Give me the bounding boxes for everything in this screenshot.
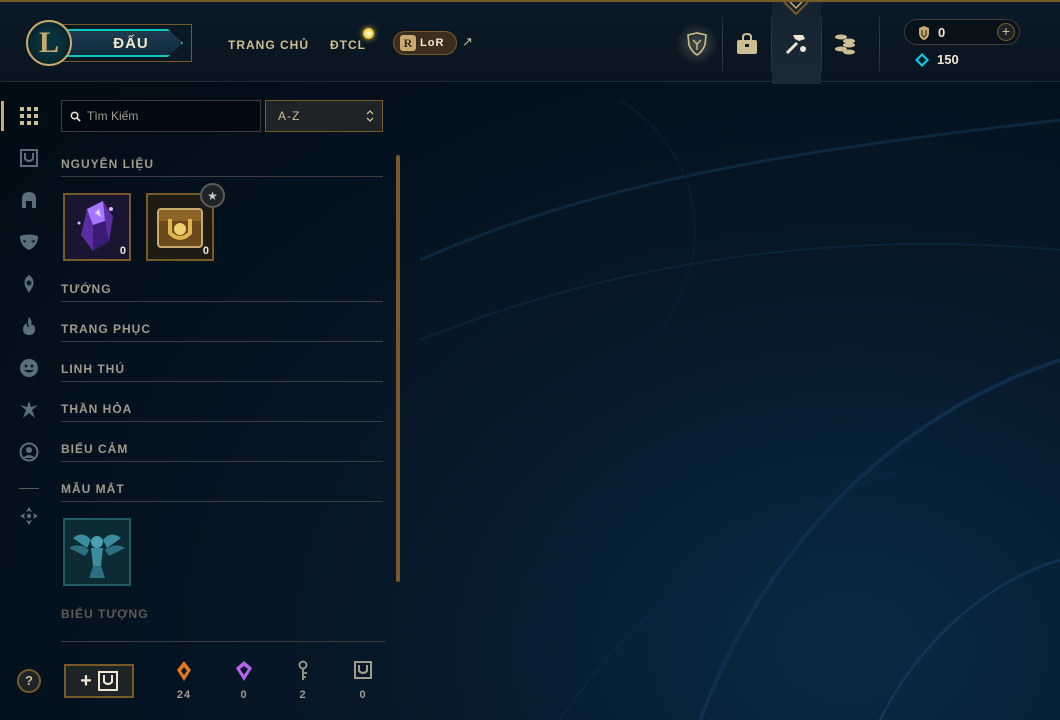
search-icon xyxy=(70,111,81,122)
active-chevron-icon xyxy=(783,2,809,16)
chest-icon xyxy=(97,671,118,691)
item-count: 0 xyxy=(119,245,126,257)
section-pets[interactable]: LINH THÚ xyxy=(61,362,383,382)
league-logo-icon[interactable]: L xyxy=(26,20,72,66)
riot-points-box[interactable]: 0 + xyxy=(904,19,1020,45)
filter-emote-icon[interactable] xyxy=(14,353,44,383)
lor-logo-icon: R xyxy=(400,35,416,51)
add-plus-label: + xyxy=(80,669,92,692)
top-separator xyxy=(771,16,772,72)
section-eternals[interactable]: THẦN HỎA xyxy=(61,402,383,422)
section-icons[interactable]: BIỂU TƯỢNG xyxy=(61,607,383,627)
chest-count-value: 0 xyxy=(359,689,367,701)
logo-letter: L xyxy=(38,26,59,59)
item-count: 0 xyxy=(202,245,209,257)
nav-tft[interactable]: ĐTCL xyxy=(330,38,366,52)
lor-label: LoR xyxy=(420,37,445,49)
sort-arrows-icon xyxy=(366,110,374,122)
mythic-essence-value: 0 xyxy=(240,689,248,701)
key-icon xyxy=(298,660,308,680)
item-ward-skin[interactable] xyxy=(63,518,131,586)
ward-statue-icon xyxy=(65,520,129,584)
orange-essence-stat: 24 xyxy=(169,660,199,701)
section-skins[interactable]: TRANG PHỤC xyxy=(61,322,383,342)
filter-skin-mask-icon[interactable] xyxy=(14,227,44,257)
item-mythic-essence[interactable]: 0 xyxy=(63,193,131,261)
footer-divider xyxy=(61,641,385,642)
currency-coins-icon[interactable] xyxy=(822,24,868,64)
section-ward-skins[interactable]: MẪU MẮT xyxy=(61,482,383,502)
orange-essence-icon xyxy=(177,661,191,681)
filter-flame-icon[interactable] xyxy=(14,311,44,341)
filter-profile-icon[interactable] xyxy=(14,437,44,467)
rail-active-indicator xyxy=(1,101,4,131)
inventory-scrollbar[interactable] xyxy=(396,155,400,582)
nav-home[interactable]: TRANG CHỦ xyxy=(228,38,309,52)
search-field[interactable] xyxy=(61,100,261,132)
trophy-shield-icon[interactable] xyxy=(674,24,720,64)
buy-rp-button[interactable]: + xyxy=(997,23,1015,41)
key-stat: 2 xyxy=(288,660,318,701)
filter-eternals-icon[interactable] xyxy=(14,395,44,425)
riot-points-icon xyxy=(919,26,929,40)
lor-button[interactable]: R LoR xyxy=(393,31,457,55)
notification-dot-icon xyxy=(363,28,374,39)
mythic-essence-stat: 0 xyxy=(229,660,259,701)
add-chest-button[interactable]: + xyxy=(64,664,134,698)
blue-essence-value: 150 xyxy=(937,52,959,67)
filter-misc-arrows-icon[interactable] xyxy=(14,501,44,531)
filter-all-grid-icon[interactable] xyxy=(14,101,44,131)
filter-champion-helmet-icon[interactable] xyxy=(14,185,44,215)
blue-essence-icon xyxy=(915,53,929,67)
sort-value: A-Z xyxy=(278,109,301,123)
filter-chest-icon[interactable] xyxy=(14,143,44,173)
help-button[interactable]: ? xyxy=(17,669,41,693)
star-badge-icon: ★ xyxy=(200,183,225,208)
store-bag-icon[interactable] xyxy=(724,24,770,64)
loot-crafting-icon[interactable] xyxy=(773,24,819,64)
riot-points-value: 0 xyxy=(938,25,946,40)
external-link-icon: ↗ xyxy=(462,34,473,49)
play-button-label[interactable]: ĐẤU xyxy=(57,29,183,57)
sort-dropdown[interactable]: A-Z xyxy=(265,100,383,132)
section-materials[interactable]: NGUYÊN LIỆU xyxy=(61,157,383,177)
top-separator xyxy=(879,16,880,72)
key-value: 2 xyxy=(299,689,307,701)
chest-count-icon xyxy=(354,661,372,679)
filter-ward-icon[interactable] xyxy=(14,269,44,299)
top-separator xyxy=(722,16,723,72)
search-input[interactable] xyxy=(87,109,247,123)
section-emotes[interactable]: BIỂU CẢM xyxy=(61,442,383,462)
section-champions[interactable]: TƯỚNG xyxy=(61,282,383,302)
top-navigation-bar: ĐẤU L TRANG CHỦ ĐTCL R LoR ↗ 0 + 150 xyxy=(0,0,1060,84)
mythic-essence-icon xyxy=(236,661,252,681)
chest-count-stat: 0 xyxy=(348,660,378,701)
rail-separator xyxy=(19,488,39,489)
orange-essence-value: 24 xyxy=(176,689,192,701)
